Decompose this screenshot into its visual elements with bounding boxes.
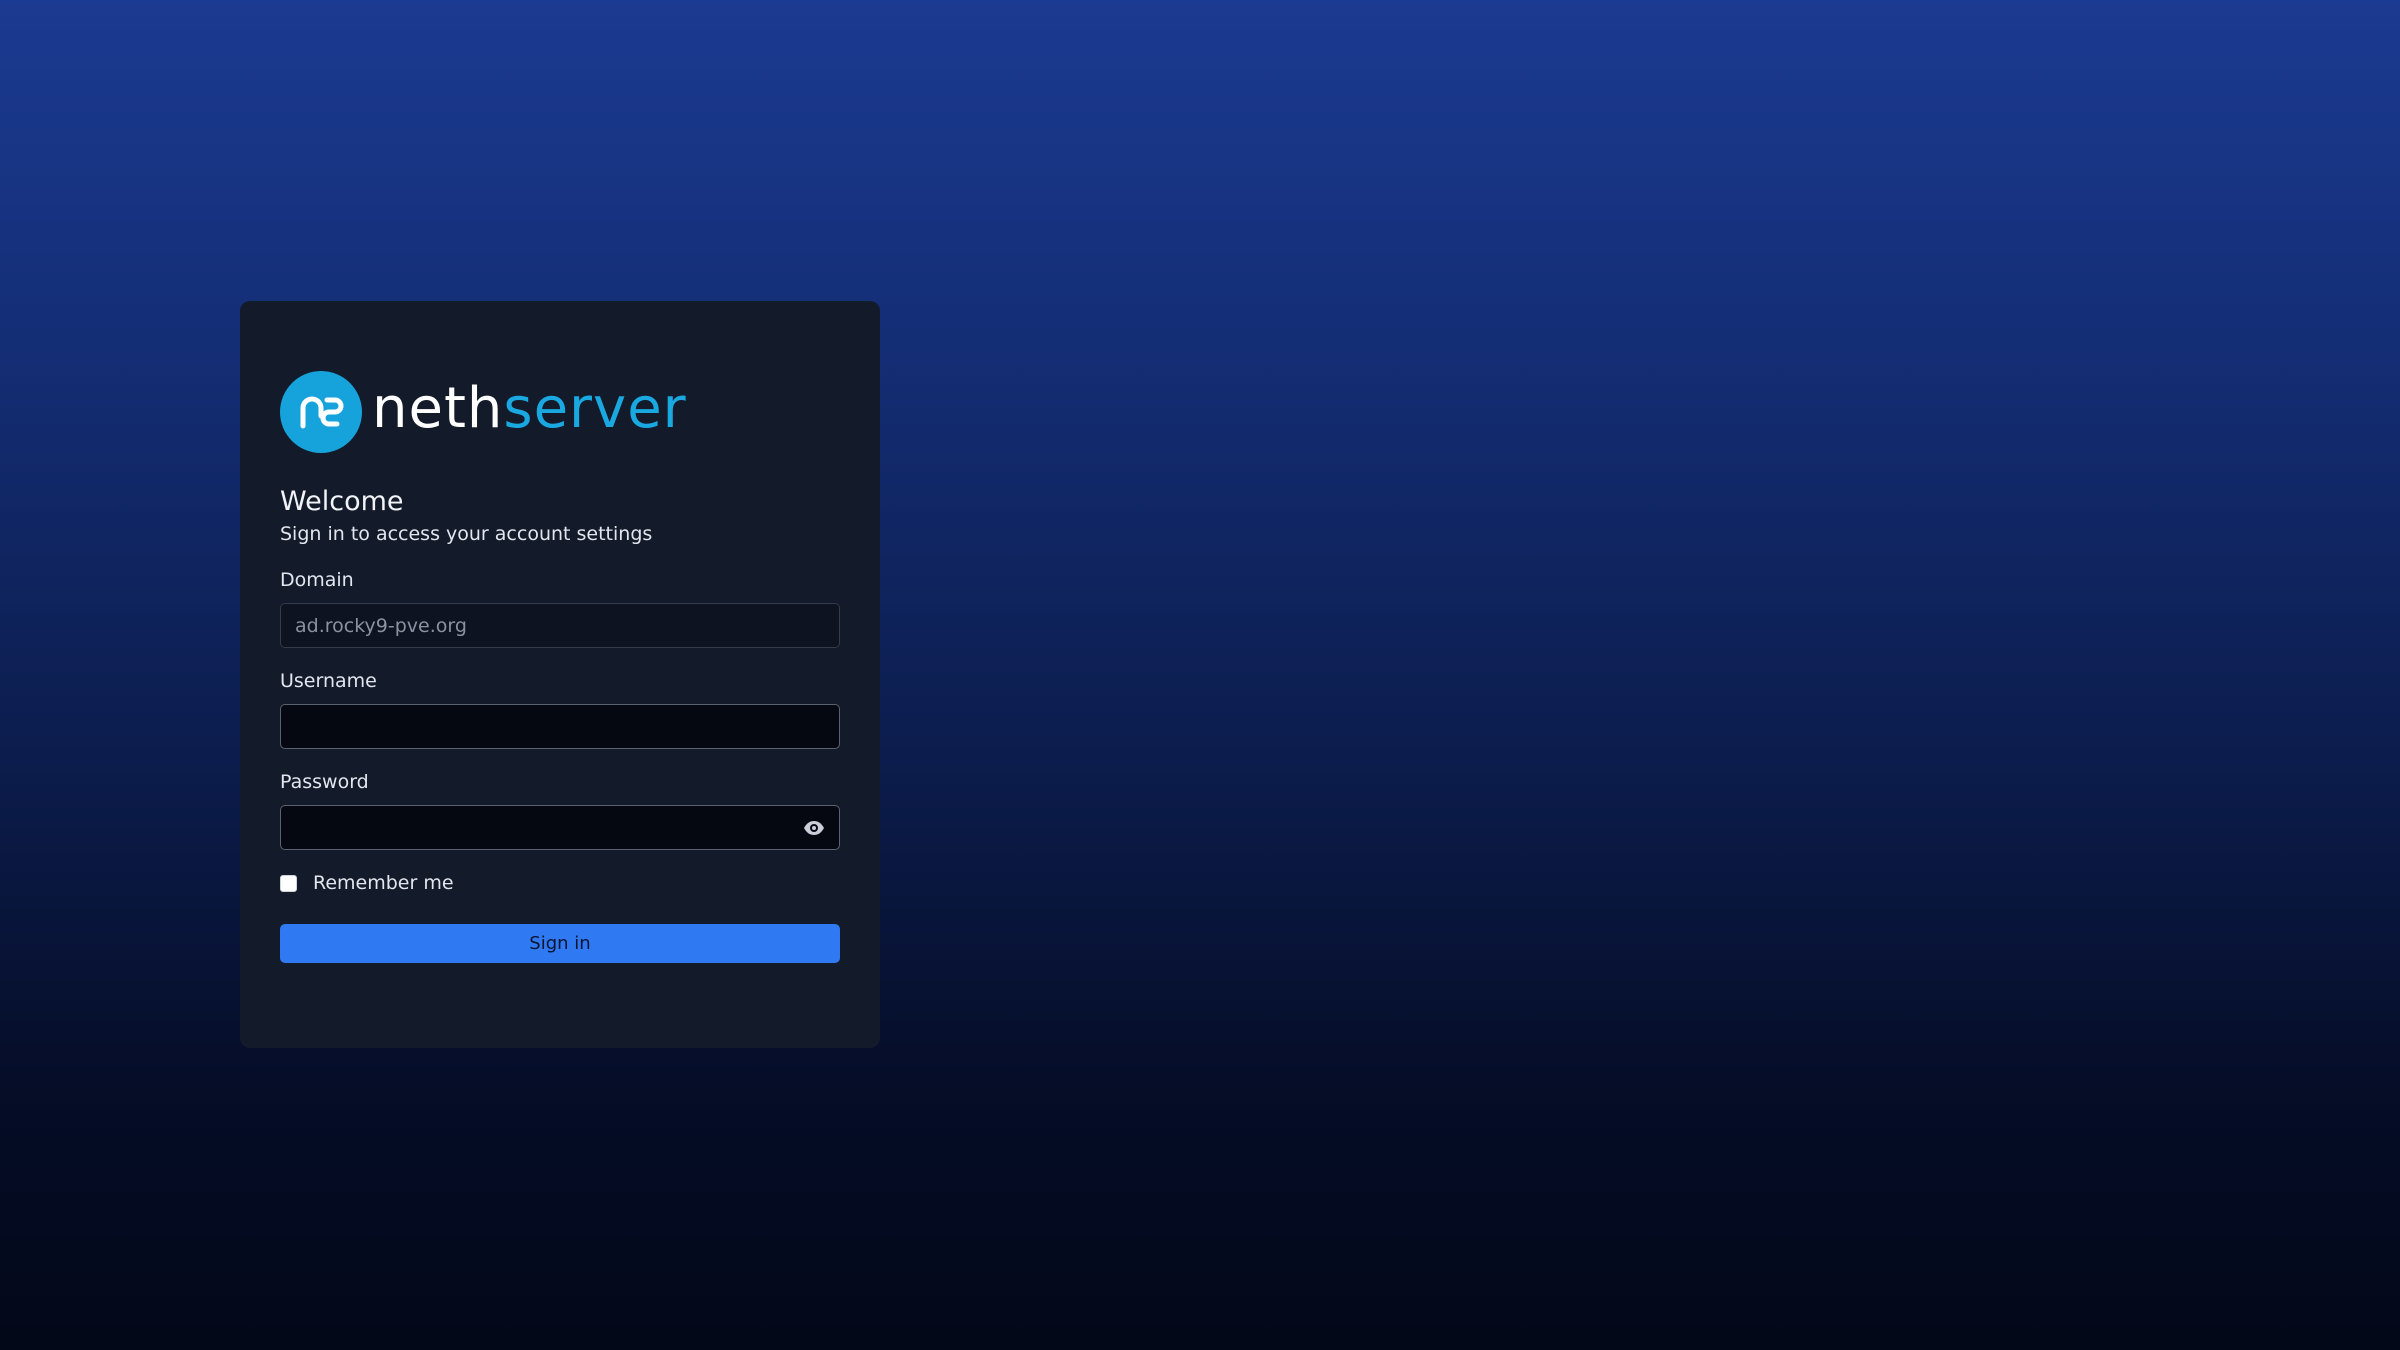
remember-me-label[interactable]: Remember me [313, 872, 454, 894]
remember-me-row: Remember me [280, 872, 840, 894]
brand-logo: nethserver [280, 371, 840, 453]
brand-name-part2: server [503, 376, 687, 441]
username-field[interactable] [280, 704, 840, 749]
domain-label: Domain [280, 569, 354, 591]
password-label: Password [280, 771, 369, 793]
username-label: Username [280, 670, 377, 692]
page-title: Welcome [280, 486, 404, 517]
brand-name-part1: neth [372, 376, 504, 441]
sign-in-button[interactable]: Sign in [280, 924, 840, 963]
brand-wordmark: nethserver [372, 381, 687, 437]
domain-field[interactable]: ad.rocky9-pve.org [280, 603, 840, 648]
eye-icon[interactable] [803, 820, 825, 836]
nethserver-logo-icon [280, 371, 362, 453]
page-subtitle: Sign in to access your account settings [280, 523, 653, 545]
password-field[interactable] [280, 805, 840, 850]
domain-placeholder: ad.rocky9-pve.org [295, 614, 467, 637]
login-card: nethserver Welcome Sign in to access you… [240, 301, 880, 1048]
remember-me-checkbox[interactable] [280, 874, 297, 892]
